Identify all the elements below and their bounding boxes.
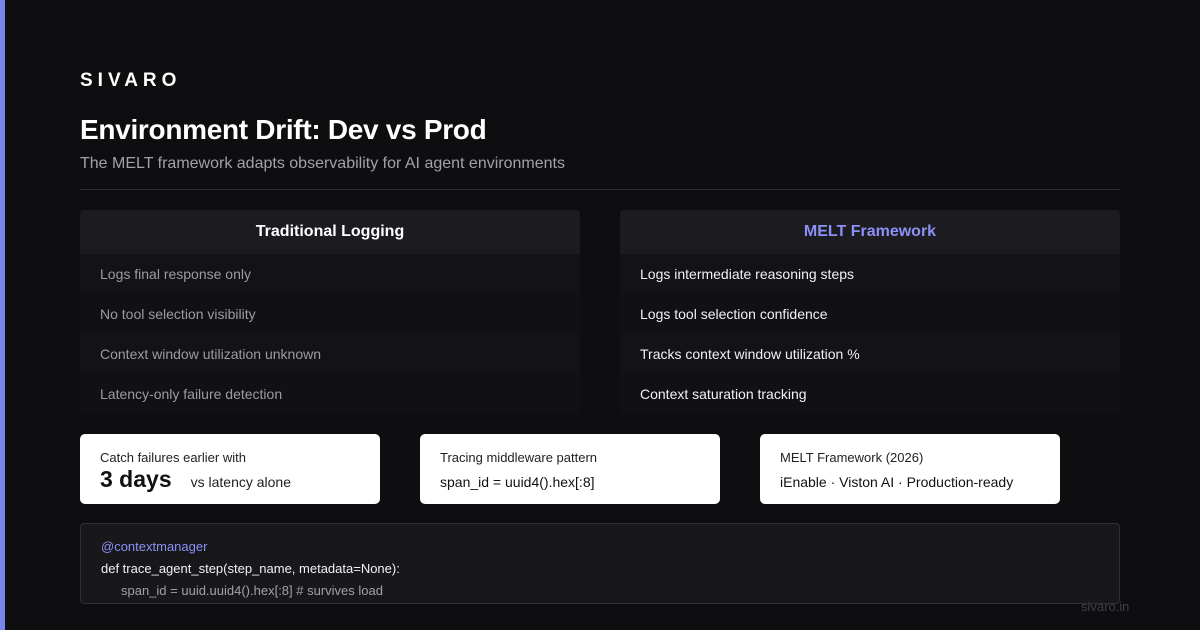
stat-card-value: iEnable · Viston AI · Production-ready (780, 474, 1014, 490)
stat-card-note: vs latency alone (190, 474, 292, 490)
list-item: Context saturation tracking (620, 374, 1120, 414)
melt-framework-column: MELT Framework Logs intermediate reasoni… (620, 210, 1120, 414)
page-subtitle: The MELT framework adapts observability … (80, 155, 565, 172)
stat-card-value-row: 3 days vs latency alone (100, 466, 360, 493)
traditional-logging-header: Traditional Logging (80, 210, 580, 254)
brand-logo: SIVARO (80, 70, 182, 91)
stat-card-tracing: Tracing middleware pattern span_id = uui… (420, 434, 720, 504)
melt-framework-header: MELT Framework (620, 210, 1120, 254)
list-item: Logs tool selection confidence (620, 294, 1120, 334)
stat-card-big-value: 3 days (100, 466, 172, 492)
melt-framework-list: Logs intermediate reasoning steps Logs t… (620, 254, 1120, 414)
code-line-body: span_id = uuid.uuid4().hex[:8] # survive… (121, 583, 383, 598)
stat-card-label: MELT Framework (2026) (780, 450, 924, 465)
page-title: Environment Drift: Dev vs Prod (80, 114, 487, 145)
list-item: No tool selection visibility (80, 294, 580, 334)
stat-card-label: Tracing middleware pattern (440, 450, 598, 465)
stat-card-melt: MELT Framework (2026) iEnable · Viston A… (760, 434, 1060, 504)
list-item: Context window utilization unknown (80, 334, 580, 374)
stat-card-label: Catch failures earlier with (100, 450, 246, 465)
traditional-logging-column: Traditional Logging Logs final response … (80, 210, 580, 414)
accent-bar (0, 0, 5, 630)
stat-card-value: span_id = uuid4().hex[:8] (440, 474, 595, 490)
code-line-decorator: @contextmanager (101, 539, 208, 554)
traditional-logging-list: Logs final response only No tool selecti… (80, 254, 580, 414)
list-item: Logs intermediate reasoning steps (620, 254, 1120, 294)
footer-url: sivaro.in (1081, 599, 1130, 614)
stat-card-failures: Catch failures earlier with 3 days vs la… (80, 434, 380, 504)
divider (80, 189, 1120, 190)
code-line-def: def trace_agent_step(step_name, metadata… (101, 561, 400, 576)
code-block: @contextmanager def trace_agent_step(ste… (80, 523, 1120, 604)
list-item: Latency-only failure detection (80, 374, 580, 414)
list-item: Tracks context window utilization % (620, 334, 1120, 374)
list-item: Logs final response only (80, 254, 580, 294)
